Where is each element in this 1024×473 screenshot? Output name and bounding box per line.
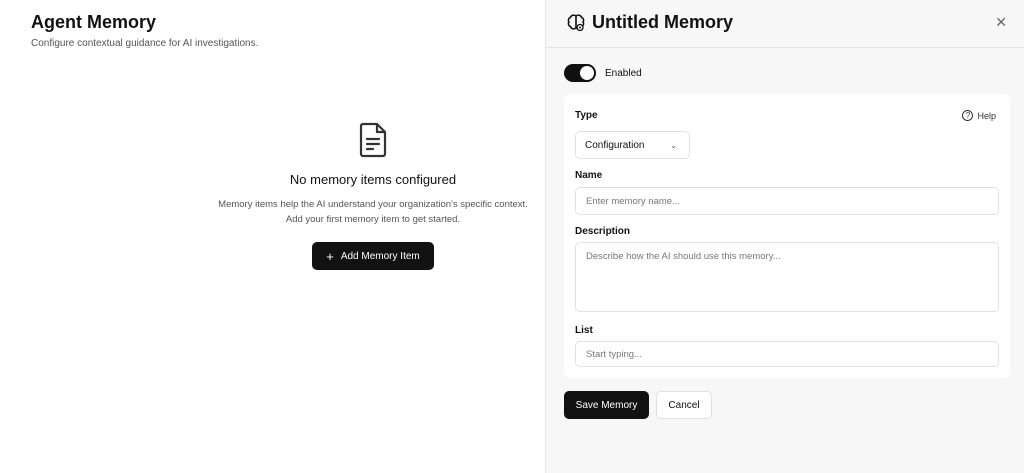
add-memory-item-button[interactable]: + Add Memory Item xyxy=(312,242,434,270)
empty-state-description: Memory items help the AI understand your… xyxy=(218,199,528,225)
cancel-button[interactable]: Cancel xyxy=(656,391,712,419)
name-label: Name xyxy=(575,170,603,181)
enabled-toggle[interactable] xyxy=(564,64,596,82)
brain-icon xyxy=(567,13,585,31)
main-pane: Agent Memory Configure contextual guidan… xyxy=(0,0,545,473)
memory-editor-panel: Untitled Memory ✕ Enabled Type ? Help Co… xyxy=(545,0,1024,473)
empty-state-title: No memory items configured xyxy=(289,172,457,187)
help-circle-icon: ? xyxy=(962,110,974,121)
toggle-knob xyxy=(580,66,594,80)
description-textarea[interactable] xyxy=(575,242,999,312)
panel-title-group: Untitled Memory xyxy=(566,12,733,33)
empty-state: No memory items configured Memory items … xyxy=(200,122,546,227)
chevron-down-icon: ⌄ xyxy=(670,140,677,150)
add-memory-item-label: Add Memory Item xyxy=(340,250,420,262)
type-select[interactable]: Configuration ⌄ xyxy=(575,131,690,159)
memory-form-card: Type ? Help Configuration ⌄ Name Descrip… xyxy=(564,94,1010,378)
help-link[interactable]: ? Help xyxy=(962,110,996,121)
type-select-value: Configuration xyxy=(585,139,645,151)
help-label: Help xyxy=(977,110,996,121)
document-icon xyxy=(359,122,387,158)
plus-icon: + xyxy=(326,248,334,264)
save-memory-button[interactable]: Save Memory xyxy=(564,391,649,419)
description-label: Description xyxy=(575,226,631,237)
enabled-toggle-row: Enabled xyxy=(564,64,642,82)
page-subtitle: Configure contextual guidance for AI inv… xyxy=(31,38,259,49)
close-icon[interactable]: ✕ xyxy=(995,15,1007,31)
page-title: Agent Memory xyxy=(31,12,157,32)
type-label: Type xyxy=(575,110,598,121)
list-input[interactable] xyxy=(575,341,999,367)
panel-title: Untitled Memory xyxy=(592,12,734,32)
enabled-label: Enabled xyxy=(605,67,642,79)
list-label: List xyxy=(575,325,593,336)
name-input[interactable] xyxy=(575,187,999,215)
panel-header: Untitled Memory ✕ xyxy=(546,0,1024,48)
